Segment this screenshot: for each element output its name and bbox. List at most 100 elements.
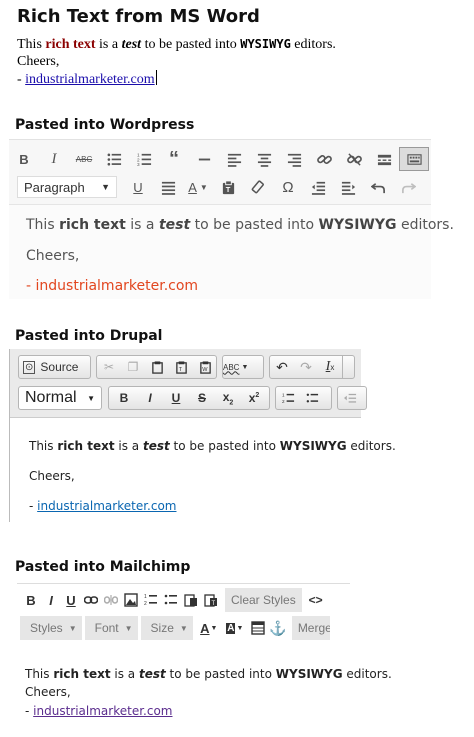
dr-test: test	[142, 439, 170, 453]
text-dash: -	[17, 72, 26, 87]
align-left-icon[interactable]	[219, 147, 249, 171]
anchor-icon[interactable]: ⚓	[268, 617, 288, 639]
remove-format-icon[interactable]: Ix	[318, 356, 342, 378]
source-button[interactable]: ⊙ Source	[19, 356, 82, 378]
format-select[interactable]: Paragraph ▼	[17, 176, 117, 198]
mc-link[interactable]: industrialmarketer.com	[33, 704, 172, 718]
undo-icon[interactable]	[363, 175, 393, 199]
mc-this: This	[25, 667, 54, 681]
italic-icon[interactable]: I	[39, 147, 69, 171]
toolbar-toggle-icon[interactable]	[399, 147, 429, 171]
italic-icon[interactable]: I	[137, 387, 163, 409]
link-icon[interactable]	[81, 589, 101, 611]
underline-icon[interactable]: U	[61, 589, 81, 611]
merge-tags-button[interactable]: Merge T	[291, 616, 330, 640]
strikethrough-icon[interactable]: S	[189, 387, 215, 409]
bullet-list-icon[interactable]	[99, 147, 129, 171]
underline-icon[interactable]: U	[163, 387, 189, 409]
unlink-icon[interactable]	[339, 147, 369, 171]
source-code-icon[interactable]: <>	[306, 589, 326, 611]
bullet-list-icon[interactable]	[300, 387, 324, 409]
numbered-list-icon[interactable]: 12	[276, 387, 300, 409]
wp-line-3: - industrialmarketer.com	[26, 278, 198, 294]
text-color-icon[interactable]: A ▼	[183, 175, 213, 199]
mailchimp-editor: B I U 12 T Clear Styles <> Styles ▼ Font ▼…	[17, 583, 392, 734]
italic-icon[interactable]: I	[41, 589, 61, 611]
size-dropdown[interactable]: Size ▼	[140, 616, 193, 640]
svg-text:2: 2	[144, 601, 147, 607]
text-color-icon[interactable]: A ▼	[196, 617, 222, 639]
paste-icon[interactable]	[145, 356, 169, 378]
numbered-list-icon[interactable]: 12	[141, 589, 161, 611]
group-edge	[342, 356, 347, 378]
wp-line-1: This rich text is a test to be pasted in…	[26, 217, 454, 233]
paste-text-icon[interactable]: T	[169, 356, 193, 378]
justify-icon[interactable]	[153, 175, 183, 199]
text-cursor	[155, 70, 157, 85]
redo-icon[interactable]	[393, 175, 423, 199]
underline-icon[interactable]: U	[123, 175, 153, 199]
word-line-2: Cheers,	[17, 54, 60, 69]
special-character-icon[interactable]: Ω	[273, 175, 303, 199]
font-dropdown[interactable]: Font ▼	[84, 616, 138, 640]
paste-word-icon[interactable]: W	[193, 356, 217, 378]
outdent-icon[interactable]	[303, 175, 333, 199]
format-select[interactable]: Normal ▼	[18, 386, 102, 410]
chevron-down-icon: ▼	[87, 393, 95, 403]
horizontal-rule-icon[interactable]	[189, 147, 219, 171]
bullet-list-icon[interactable]	[161, 589, 181, 611]
dr-this: This	[29, 439, 58, 453]
redo-icon[interactable]: ↷	[294, 356, 318, 378]
clear-styles-button[interactable]: Clear Styles	[225, 588, 302, 612]
text-is-a: is a	[95, 37, 122, 52]
format-select-value: Paragraph	[24, 179, 85, 195]
text-test: test	[121, 37, 142, 52]
wp-line-2: Cheers,	[26, 248, 80, 264]
background-color-icon[interactable]: A ▼	[222, 617, 248, 639]
wp-is-a: is a	[125, 217, 159, 233]
link-icon[interactable]	[309, 147, 339, 171]
superscript-icon[interactable]: x2	[241, 387, 267, 409]
mc-line-1: This rich text is a test to be pasted in…	[25, 667, 392, 681]
word-line-1: This rich text is a test to be pasted in…	[17, 36, 336, 53]
undo-icon[interactable]: ↶	[270, 356, 294, 378]
wordpress-toolbar-row2: Paragraph ▼ U A ▼ T Ω	[9, 174, 423, 200]
mc-dash: -	[25, 704, 34, 718]
bold-icon[interactable]: B	[111, 387, 137, 409]
read-more-icon[interactable]	[369, 147, 399, 171]
font-label: Font	[94, 621, 119, 635]
wordpress-content[interactable]: This rich text is a test to be pasted in…	[9, 204, 454, 299]
wp-link[interactable]: industrialmarketer.com	[36, 278, 199, 294]
size-label: Size	[150, 621, 174, 635]
bold-icon[interactable]: B	[9, 147, 39, 171]
paste-as-text-icon[interactable]: T	[213, 175, 243, 199]
mc-is-a: is a	[110, 667, 139, 681]
paste-text-icon[interactable]: T	[201, 589, 221, 611]
outdent-icon[interactable]	[338, 387, 362, 409]
subscript-icon[interactable]: x2	[215, 387, 241, 409]
dr-to-be: to be pasted into	[169, 439, 280, 453]
image-icon[interactable]	[121, 589, 141, 611]
indent-icon[interactable]	[333, 175, 363, 199]
bold-icon[interactable]: B	[21, 589, 41, 611]
dr-editors: editors.	[346, 439, 396, 453]
spellcheck-icon[interactable]: ABC ▼	[223, 356, 248, 378]
blockquote-icon[interactable]: “	[159, 147, 189, 171]
word-link[interactable]: industrialmarketer.com	[25, 72, 154, 87]
styles-dropdown[interactable]: Styles ▼	[20, 616, 82, 640]
paste-word-icon[interactable]	[181, 589, 201, 611]
table-icon[interactable]	[248, 617, 268, 639]
chevron-down-icon: ▼	[101, 182, 110, 192]
align-center-icon[interactable]	[249, 147, 279, 171]
cut-icon[interactable]: ✂	[97, 356, 121, 378]
mc-wysiwyg: WYSIWYG	[275, 667, 343, 681]
clear-formatting-icon[interactable]	[243, 175, 273, 199]
dr-link[interactable]: industrialmarketer.com	[37, 499, 176, 513]
unlink-icon[interactable]	[101, 589, 121, 611]
copy-icon[interactable]: ❐	[121, 356, 145, 378]
strikethrough-icon[interactable]: ABC	[69, 147, 99, 171]
numbered-list-icon[interactable]: 123	[129, 147, 159, 171]
source-group: ⊙ Source	[18, 355, 91, 379]
drupal-content[interactable]: This rich text is a test to be pasted in…	[10, 418, 396, 522]
align-right-icon[interactable]	[279, 147, 309, 171]
